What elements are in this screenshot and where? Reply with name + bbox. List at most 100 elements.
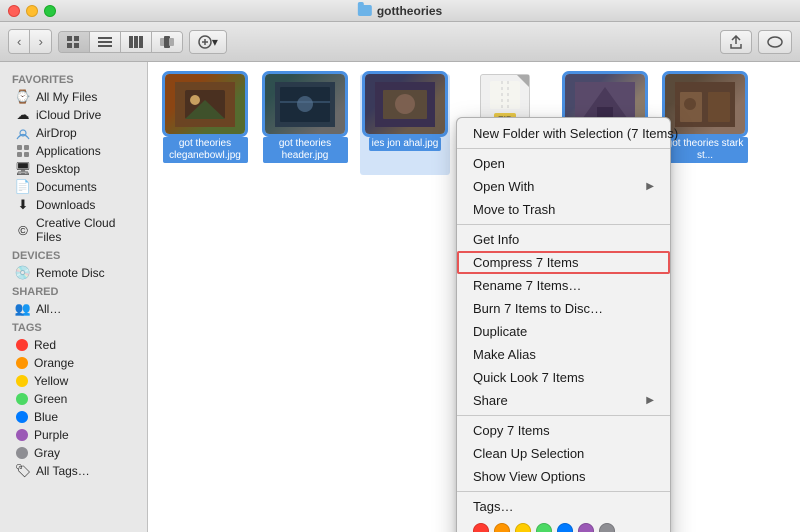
maximize-button[interactable] (44, 5, 56, 17)
sidebar-item-label: Documents (36, 180, 97, 194)
coverflow-view-button[interactable] (152, 32, 182, 52)
creative-cloud-icon: © (16, 223, 30, 237)
icon-view-button[interactable] (59, 32, 90, 52)
column-view-button[interactable] (121, 32, 152, 52)
menu-item-quick-look[interactable]: Quick Look 7 Items (457, 366, 670, 389)
menu-item-move-to-trash[interactable]: Move to Trash (457, 198, 670, 221)
sidebar-item-tag-gray[interactable]: Gray (4, 444, 143, 462)
menu-item-make-alias[interactable]: Make Alias (457, 343, 670, 366)
tag-button[interactable] (758, 30, 792, 54)
airdrop-icon (16, 126, 30, 140)
menu-divider (457, 415, 670, 416)
tag-color-orange[interactable] (494, 523, 510, 532)
menu-item-tags[interactable]: Tags… (457, 495, 670, 518)
tag-color-red[interactable] (473, 523, 489, 532)
file-item[interactable]: got theories cleganebowl.jpg (160, 74, 250, 175)
sidebar-item-tag-orange[interactable]: Orange (4, 354, 143, 372)
tag-color-row (457, 518, 670, 532)
titlebar: gottheories (0, 0, 800, 22)
tag-color-blue[interactable] (557, 523, 573, 532)
sidebar-item-icloud-drive[interactable]: ☁ iCloud Drive (4, 106, 143, 124)
sidebar-item-label: Remote Disc (36, 266, 105, 280)
all-my-files-icon: ⌚ (16, 90, 30, 104)
context-menu: New Folder with Selection (7 Items) Open… (456, 117, 671, 532)
window-title: gottheories (358, 4, 442, 18)
sidebar-item-desktop[interactable]: 🖥 Desktop (4, 160, 143, 178)
forward-button[interactable]: › (30, 30, 50, 53)
all-tags-icon: 🏷 (16, 464, 30, 478)
menu-item-show-view-options[interactable]: Show View Options (457, 465, 670, 488)
view-mode-buttons (58, 31, 183, 53)
menu-item-compress[interactable]: Compress 7 Items (457, 251, 670, 274)
menu-item-duplicate[interactable]: Duplicate (457, 320, 670, 343)
file-item[interactable]: got theories stark st... (660, 74, 750, 175)
icloud-icon: ☁ (16, 108, 30, 122)
yellow-tag-dot (16, 375, 28, 387)
minimize-button[interactable] (26, 5, 38, 17)
share-button[interactable] (720, 30, 752, 54)
sidebar-item-remote-disc[interactable]: 💿 Remote Disc (4, 264, 143, 282)
favorites-label: Favorites (0, 70, 147, 88)
green-tag-dot (16, 393, 28, 405)
submenu-arrow: ▶ (646, 181, 654, 192)
menu-item-share[interactable]: Share ▶ (457, 389, 670, 412)
menu-item-rename[interactable]: Rename 7 Items… (457, 274, 670, 297)
file-name: ies jon ahal.jpg (369, 137, 442, 151)
sidebar-item-applications[interactable]: Applications (4, 142, 143, 160)
sidebar-item-label: Desktop (36, 162, 80, 176)
folder-icon (358, 5, 372, 16)
menu-item-open[interactable]: Open (457, 152, 670, 175)
menu-item-clean-up[interactable]: Clean Up Selection (457, 442, 670, 465)
traffic-lights (8, 5, 56, 17)
menu-divider (457, 224, 670, 225)
shared-label: Shared (0, 282, 147, 300)
file-thumbnail (165, 74, 245, 134)
tag-color-gray[interactable] (599, 523, 615, 532)
file-thumbnail (665, 74, 745, 134)
sidebar-item-tag-yellow[interactable]: Yellow (4, 372, 143, 390)
sidebar-item-all-my-files[interactable]: ⌚ All My Files (4, 88, 143, 106)
menu-item-get-info[interactable]: Get Info (457, 228, 670, 251)
desktop-icon: 🖥 (16, 162, 30, 176)
sidebar-item-label: All My Files (36, 90, 97, 104)
sidebar-item-tag-purple[interactable]: Purple (4, 426, 143, 444)
orange-tag-dot (16, 357, 28, 369)
menu-item-new-folder[interactable]: New Folder with Selection (7 Items) (457, 122, 670, 145)
sidebar-item-label: All Tags… (36, 464, 90, 478)
blue-tag-dot (16, 411, 28, 423)
sidebar-item-all-tags[interactable]: 🏷 All Tags… (4, 462, 143, 480)
sidebar-item-creative-cloud[interactable]: © Creative Cloud Files (4, 214, 143, 246)
close-button[interactable] (8, 5, 20, 17)
sidebar-item-label: All… (36, 302, 61, 316)
sidebar: Favorites ⌚ All My Files ☁ iCloud Drive … (0, 62, 148, 532)
tag-color-purple[interactable] (578, 523, 594, 532)
sidebar-item-downloads[interactable]: ⬇ Downloads (4, 196, 143, 214)
applications-icon (16, 144, 30, 158)
menu-item-copy[interactable]: Copy 7 Items (457, 419, 670, 442)
sidebar-item-label: Purple (34, 428, 69, 442)
sidebar-item-all-shared[interactable]: 👥 All… (4, 300, 143, 318)
back-button[interactable]: ‹ (9, 30, 30, 53)
list-view-button[interactable] (90, 32, 121, 52)
sidebar-item-tag-blue[interactable]: Blue (4, 408, 143, 426)
sidebar-item-tag-green[interactable]: Green (4, 390, 143, 408)
sidebar-item-tag-red[interactable]: Red (4, 336, 143, 354)
downloads-icon: ⬇ (16, 198, 30, 212)
tag-color-green[interactable] (536, 523, 552, 532)
sidebar-item-documents[interactable]: 📄 Documents (4, 178, 143, 196)
file-item[interactable]: got theories header.jpg (260, 74, 350, 175)
menu-divider (457, 491, 670, 492)
menu-item-burn[interactable]: Burn 7 Items to Disc… (457, 297, 670, 320)
file-item[interactable]: ies jon ahal.jpg (360, 74, 450, 175)
submenu-arrow: ▶ (646, 395, 654, 406)
sidebar-item-label: Orange (34, 356, 74, 370)
menu-divider (457, 148, 670, 149)
action-button[interactable]: ▾ (190, 31, 226, 53)
tag-color-yellow[interactable] (515, 523, 531, 532)
sidebar-item-label: Yellow (34, 374, 68, 388)
action-buttons: ▾ (189, 30, 227, 54)
nav-buttons: ‹ › (8, 29, 52, 54)
sidebar-item-airdrop[interactable]: AirDrop (4, 124, 143, 142)
menu-item-open-with[interactable]: Open With ▶ (457, 175, 670, 198)
file-name: got theories header.jpg (263, 137, 348, 163)
